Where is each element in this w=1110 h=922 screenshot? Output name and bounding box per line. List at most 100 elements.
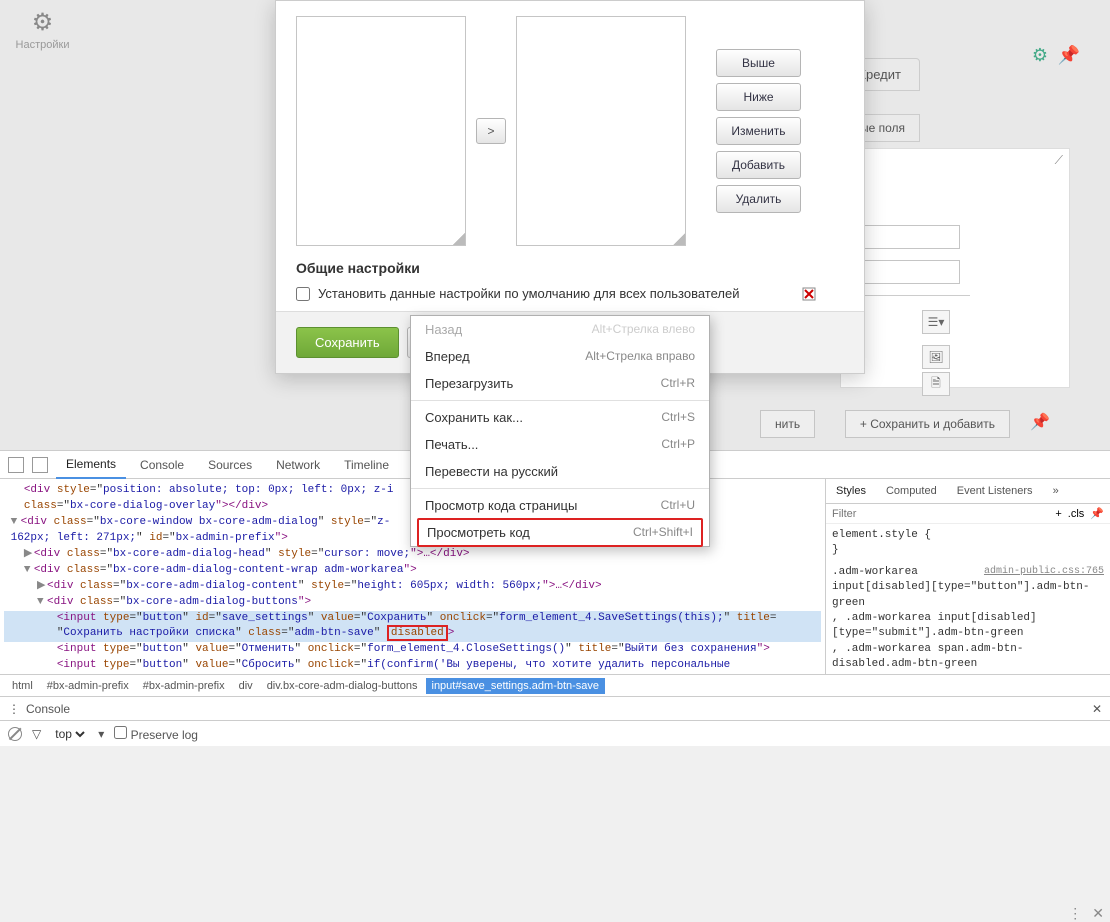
ctx-label: Назад <box>425 322 462 337</box>
tab-console[interactable]: Console <box>130 452 194 478</box>
ctx-shortcut: Ctrl+R <box>661 376 695 391</box>
ctx-reload[interactable]: Перезагрузить Ctrl+R <box>411 370 709 397</box>
ctx-label: Просмотреть код <box>427 525 530 540</box>
file-icon-button[interactable]: 🗎 <box>922 372 950 396</box>
ctx-label: Печать... <box>425 437 478 452</box>
image-icon-button[interactable]: 🖼 <box>922 345 950 369</box>
add-rule-icon[interactable]: + <box>1055 508 1061 520</box>
tab-styles[interactable]: Styles <box>826 479 876 503</box>
edit-button[interactable]: Изменить <box>716 117 801 145</box>
pin-icon[interactable]: 📌 <box>1058 45 1080 66</box>
console-toolbar: ▽ top ▾ Preserve log <box>0 720 1110 746</box>
filter-icon[interactable]: ▽ <box>32 727 41 741</box>
ctx-translate[interactable]: Перевести на русский <box>411 458 709 485</box>
css-brace: } <box>832 543 1104 558</box>
pin-icon[interactable]: 📌 <box>1030 412 1050 432</box>
default-for-all-checkbox[interactable] <box>296 287 310 301</box>
css-selector: input[disabled][type="button"].adm-btn-g… <box>832 580 1104 611</box>
bc-prefix[interactable]: #bx-admin-prefix <box>137 678 231 694</box>
collapse-icon[interactable]: ⟋ <box>1055 153 1063 168</box>
delete-button[interactable]: Удалить <box>716 185 801 213</box>
tab-computed[interactable]: Computed <box>876 479 947 503</box>
ctx-shortcut: Ctrl+S <box>661 410 695 425</box>
ctx-shortcut: Ctrl+Shift+I <box>633 525 693 540</box>
save-add-label: Сохранить и добавить <box>870 417 995 431</box>
styles-filter-input[interactable] <box>832 508 1049 520</box>
styles-tabs: Styles Computed Event Listeners » <box>826 479 1110 504</box>
tab-network[interactable]: Network <box>266 452 330 478</box>
css-source-link[interactable]: admin-public.css:765 <box>984 565 1104 579</box>
console-label: Console <box>26 702 70 716</box>
ctx-shortcut: Alt+Стрелка влево <box>592 322 695 337</box>
close-icon[interactable]: ✕ <box>1092 905 1104 922</box>
lists-row: > Выше Ниже Изменить Добавить Удалить <box>296 16 844 246</box>
ctx-save-as[interactable]: Сохранить как... Ctrl+S <box>411 404 709 431</box>
section-title: Общие настройки <box>296 260 844 276</box>
more-icon[interactable]: » <box>1043 479 1069 503</box>
context-menu: Назад Alt+Стрелка влево Вперед Alt+Стрелка… <box>410 315 710 547</box>
target-listbox[interactable] <box>516 16 686 246</box>
css-selector: , .adm-workarea span.adm-btn-disabled.ad… <box>832 642 1104 673</box>
tab-event-listeners[interactable]: Event Listeners <box>947 479 1043 503</box>
clear-console-icon[interactable] <box>8 727 22 741</box>
more-icon[interactable]: ⋮ <box>1068 905 1082 922</box>
ctx-label: Перезагрузить <box>425 376 513 391</box>
cls-toggle[interactable]: .cls <box>1068 508 1085 520</box>
ctx-forward[interactable]: Вперед Alt+Стрелка вправо <box>411 343 709 370</box>
settings-label: Настройки <box>0 39 85 51</box>
ctx-shortcut: Alt+Стрелка вправо <box>585 349 695 364</box>
context-select[interactable]: top <box>51 726 88 742</box>
bc-prefix[interactable]: #bx-admin-prefix <box>41 678 135 694</box>
move-down-button[interactable]: Ниже <box>716 83 801 111</box>
tab-sources[interactable]: Sources <box>198 452 262 478</box>
delete-icon[interactable] <box>802 287 816 301</box>
level-select[interactable]: ▾ <box>98 727 104 741</box>
bc-html[interactable]: html <box>6 678 39 694</box>
close-icon[interactable]: ✕ <box>1092 702 1102 716</box>
separator <box>411 400 709 401</box>
save-button[interactable]: Сохранить <box>296 327 399 358</box>
move-right-button[interactable]: > <box>476 118 506 144</box>
separator <box>411 488 709 489</box>
ctx-inspect[interactable]: Просмотреть код Ctrl+Shift+I <box>427 525 693 540</box>
more-icon[interactable]: ⋮ <box>8 702 20 716</box>
elements-breadcrumb: html #bx-admin-prefix #bx-admin-prefix d… <box>0 674 1110 696</box>
reorder-buttons: Выше Ниже Изменить Добавить Удалить <box>716 49 801 213</box>
device-icon[interactable] <box>32 457 48 473</box>
move-up-button[interactable]: Выше <box>716 49 801 77</box>
styles-panel: Styles Computed Event Listeners » + .cls… <box>825 479 1110 674</box>
css-selector: , .adm-workarea input[disabled][type="su… <box>832 611 1104 642</box>
ctx-label: Вперед <box>425 349 470 364</box>
bc-div[interactable]: div <box>233 678 259 694</box>
ctx-shortcut: Ctrl+U <box>661 498 695 513</box>
gear-icon: ⚙ <box>0 8 85 37</box>
ctx-view-source[interactable]: Просмотр кода страницыCtrl+U <box>411 492 709 519</box>
ctx-shortcut: Ctrl+P <box>661 437 695 452</box>
apply-button[interactable]: нить <box>760 410 815 438</box>
preserve-log-row[interactable]: Preserve log <box>114 726 198 742</box>
tab-timeline[interactable]: Timeline <box>334 452 399 478</box>
list-icon-button[interactable]: ☰▾ <box>922 310 950 334</box>
preserve-log-checkbox[interactable] <box>114 726 127 739</box>
bc-active[interactable]: input#save_settings.adm-btn-save <box>426 678 606 694</box>
ctx-print[interactable]: Печать... Ctrl+P <box>411 431 709 458</box>
css-selector: .adm-workarea <box>832 566 918 578</box>
console-drawer-header: ⋮ Console ✕ <box>0 696 1110 720</box>
inspect-icon[interactable] <box>8 457 24 473</box>
tab-elements[interactable]: Elements <box>56 451 126 479</box>
ctx-inspect-highlight: Просмотреть код Ctrl+Shift+I <box>417 518 703 547</box>
bc-buttons[interactable]: div.bx-core-adm-dialog-buttons <box>261 678 424 694</box>
devtools-right-controls: ⋮ ✕ <box>1068 905 1104 922</box>
gear-icon[interactable]: ⚙ <box>1032 45 1048 66</box>
save-and-add-button[interactable]: + Сохранить и добавить <box>845 410 1010 438</box>
default-for-all-row: Установить данные настройки по умолчанию… <box>296 286 844 301</box>
dialog-body: > Выше Ниже Изменить Добавить Удалить Об… <box>276 1 864 311</box>
styles-body[interactable]: element.style { } admin-public.css:765.a… <box>826 524 1110 674</box>
settings-nav-item[interactable]: ⚙ Настройки <box>0 0 85 60</box>
source-listbox[interactable] <box>296 16 466 246</box>
ctx-label: Сохранить как... <box>425 410 523 425</box>
ctx-label: Перевести на русский <box>425 464 558 479</box>
add-button[interactable]: Добавить <box>716 151 801 179</box>
pin-icon[interactable]: 📌 <box>1090 507 1104 520</box>
ctx-back[interactable]: Назад Alt+Стрелка влево <box>411 316 709 343</box>
